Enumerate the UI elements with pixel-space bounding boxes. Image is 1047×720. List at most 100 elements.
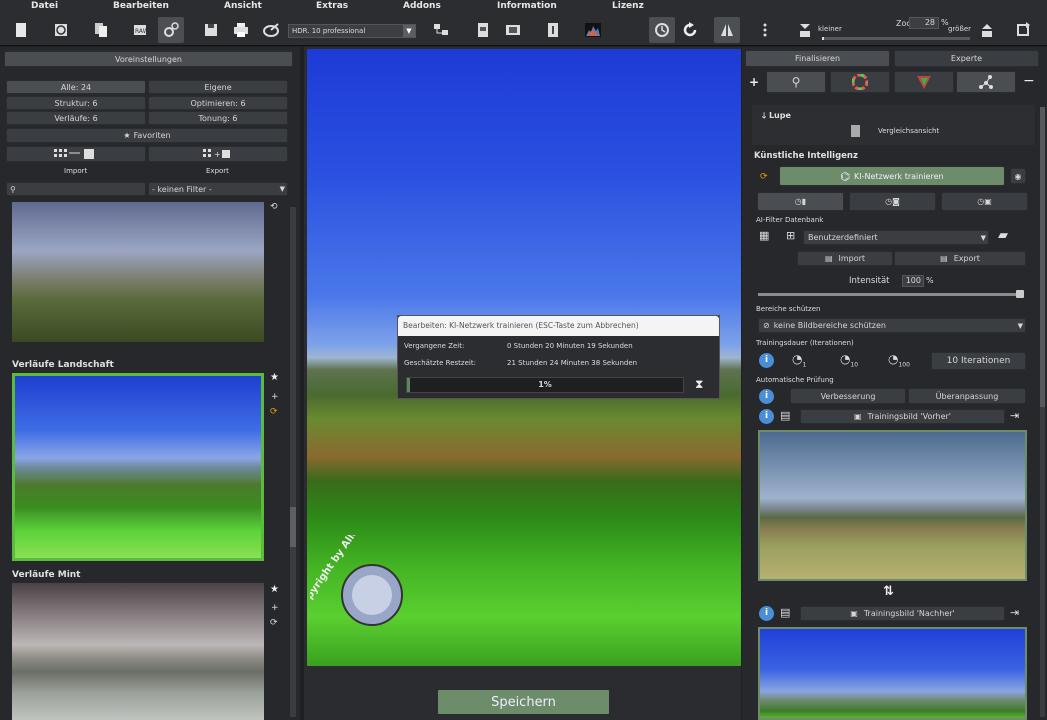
color-triangle-tab[interactable] [894,71,954,93]
tab-finalisieren[interactable]: Finalisieren [745,50,890,67]
add-icon[interactable]: ⟲ [270,202,278,212]
save-icon[interactable] [198,17,224,43]
add-panel-icon[interactable]: + [749,75,759,89]
zoom-in-icon[interactable] [974,17,1000,43]
export-db-button[interactable]: ▤ Export [894,251,1026,266]
zoom-input[interactable]: 28 [909,17,939,29]
network-tab[interactable] [956,71,1016,93]
filter-tonung[interactable]: Tonung: 6 [148,111,288,125]
preset-thumbnail-selected[interactable] [12,373,264,561]
preset-select[interactable]: HDR. 10 professional ▼ [288,24,416,38]
preset-thumbnail[interactable] [12,202,264,342]
before-image[interactable] [758,430,1027,581]
print-icon[interactable] [228,17,254,43]
workflow-icon[interactable] [428,17,454,43]
search-input[interactable]: ⚲ [6,182,146,196]
timer-1-icon[interactable]: ◔1 [792,352,806,368]
add-icon[interactable]: + [271,392,279,402]
menu-bearbeiten[interactable]: Bearbeiten [113,1,169,11]
info-icon[interactable]: i [759,409,774,424]
grid-icon[interactable]: ▦ [759,229,769,242]
filter-all[interactable]: Alle: 24 [6,80,146,94]
compare-time-icon[interactable] [649,17,675,43]
export-image-icon[interactable]: ⇥ [1010,409,1019,422]
protect-select[interactable]: ⊘ keine Bildbereiche schützen ▼ [758,318,1026,333]
left-scrollbar[interactable] [290,207,296,717]
favorites-button[interactable]: ★ Favoriten [6,128,288,143]
menu-addons[interactable]: Addons [403,1,441,11]
histogram-icon[interactable] [580,17,606,43]
history-save-button[interactable]: ◷▣ [941,192,1028,211]
lupe-header[interactable]: 🡓 Lupe [762,110,791,124]
info-icon[interactable]: i [759,353,774,368]
import-db-button[interactable]: ▤ Import [797,251,893,266]
history-camera-button[interactable]: ◷◙ [849,192,936,211]
right-scrollbar[interactable] [1040,107,1045,717]
import-preset-button[interactable] [6,146,146,162]
refresh-icon[interactable]: ⟳ [270,407,278,417]
more-icon[interactable] [752,17,778,43]
after-image[interactable] [758,627,1027,720]
history-chart-button[interactable]: ◷▮ [757,192,844,211]
tab-experte[interactable]: Experte [894,50,1039,67]
intensity-input[interactable]: 100 [902,275,924,287]
raw-icon[interactable]: RAW [128,17,154,43]
train-network-button[interactable]: ⌬ KI-Netzwerk trainieren [779,166,1005,186]
settings-icon[interactable]: ◉ [1010,168,1026,184]
export-image-icon[interactable]: ⇥ [1010,606,1019,619]
iterations-button[interactable]: 10 Iterationen [931,352,1026,370]
refresh-icon[interactable]: ⟳ [270,618,278,628]
batch-icon[interactable] [88,17,114,43]
intensity-slider-handle[interactable] [1016,290,1024,298]
info-panel-icon[interactable] [540,17,566,43]
menu-extras[interactable]: Extras [316,1,348,11]
filter-optimieren[interactable]: Optimieren: 6 [148,96,288,110]
info-icon[interactable]: i [759,606,774,621]
after-image-button[interactable]: ▣ Trainingsbild 'Nachher' [800,606,1005,621]
folder-icon[interactable]: ▰ [998,228,1008,243]
menu-information[interactable]: Information [497,1,557,11]
rotate-icon[interactable] [1010,17,1036,43]
settings-icon[interactable] [158,17,184,43]
new-file-icon[interactable] [8,17,34,43]
timer-100-icon[interactable]: ◔100 [888,352,910,368]
info-icon[interactable]: i [759,389,774,404]
load-image-icon[interactable]: ▤ [780,606,790,619]
intensity-slider[interactable] [758,293,1022,296]
timer-10-icon[interactable]: ◔10 [840,352,858,368]
add-filter-icon[interactable]: ⊞ [786,229,795,242]
remove-panel-icon[interactable]: − [1023,73,1036,91]
filter-verlaeufe[interactable]: Verläufe: 6 [6,111,146,125]
refresh-icon[interactable]: ⟳ [760,172,768,182]
menu-datei[interactable]: Datei [31,1,58,11]
lupe-tab[interactable]: ⚲ [766,71,826,93]
filter-struktur[interactable]: Struktur: 6 [6,96,146,110]
compare-checkbox[interactable] [851,125,860,137]
slideshow-icon[interactable] [500,17,526,43]
favorite-star-icon[interactable]: ★ [270,584,279,595]
filter-own[interactable]: Eigene [148,80,288,94]
add-icon[interactable]: + [271,603,279,613]
export-icon[interactable] [258,17,284,43]
filter-select[interactable]: - keinen Filter - ▼ [148,182,288,196]
menu-ansicht[interactable]: Ansicht [224,1,262,11]
document-icon[interactable] [470,17,496,43]
overfit-button[interactable]: Überanpassung [908,388,1026,404]
zoom-slider[interactable] [822,37,970,40]
swap-arrows-icon[interactable]: ⇅ [883,584,894,599]
zoom-out-icon[interactable] [792,17,818,43]
load-image-icon[interactable]: ▤ [780,409,790,422]
presets-button[interactable]: Voreinstellungen [4,51,293,67]
export-preset-button[interactable]: + [148,146,288,162]
improve-button[interactable]: Verbesserung [790,388,906,404]
split-view-icon[interactable] [714,17,740,43]
menu-lizenz[interactable]: Lizenz [612,1,644,11]
save-button[interactable]: Speichern [437,689,610,715]
color-wheel-tab[interactable] [830,71,890,93]
history-icon[interactable] [48,17,74,43]
before-image-button[interactable]: ▣ Trainingsbild 'Vorher' [800,409,1005,424]
preset-thumbnail-mint[interactable] [12,583,264,720]
favorite-star-icon[interactable]: ★ [270,372,279,383]
db-select[interactable]: Benutzerdefiniert ▼ [803,230,989,245]
redo-icon[interactable] [677,17,703,43]
